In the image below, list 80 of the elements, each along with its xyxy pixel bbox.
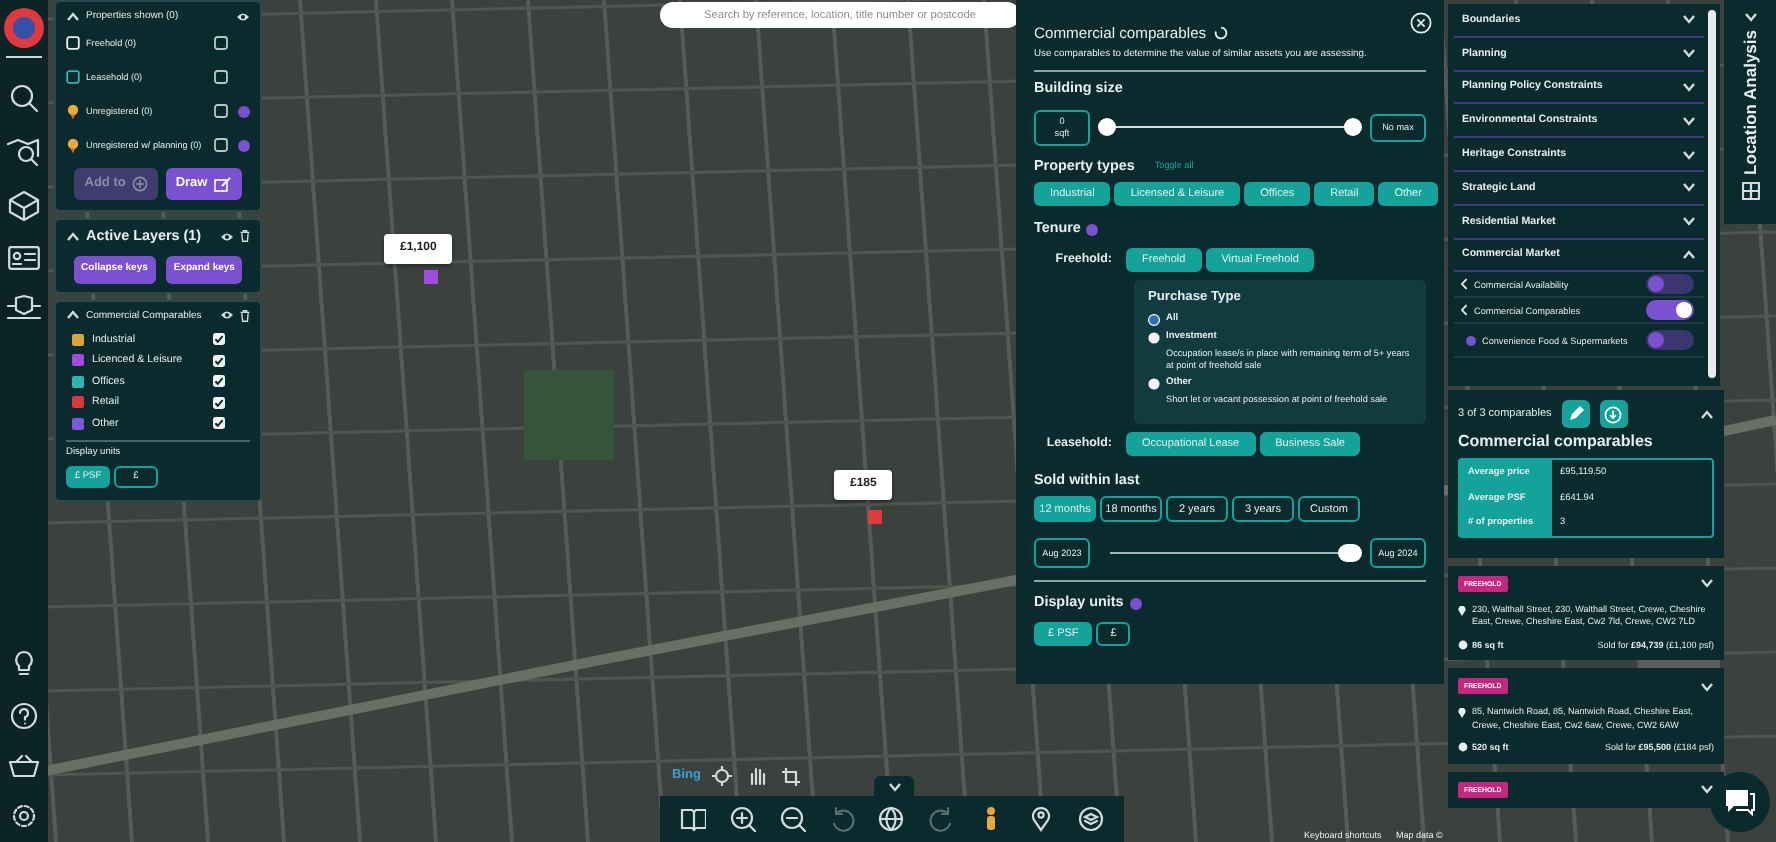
results-title: Commercial comparables bbox=[1458, 432, 1655, 452]
checkbox[interactable] bbox=[212, 353, 226, 368]
radio-button[interactable] bbox=[1148, 331, 1160, 344]
close-icon[interactable] bbox=[1410, 12, 1432, 34]
chevron-down-icon[interactable] bbox=[1743, 12, 1757, 22]
location-pin-icon[interactable] bbox=[1028, 806, 1055, 832]
eye-icon[interactable] bbox=[236, 11, 250, 21]
info-dot-icon bbox=[1086, 223, 1099, 236]
pencil-square-icon bbox=[213, 176, 232, 192]
basket-icon[interactable] bbox=[8, 754, 40, 778]
slider-thumb[interactable] bbox=[1338, 544, 1362, 563]
edit-button[interactable] bbox=[1561, 400, 1590, 428]
trash-icon[interactable] bbox=[240, 230, 250, 243]
collapse-icon[interactable] bbox=[66, 310, 80, 321]
layers-icon bbox=[131, 176, 148, 192]
checkbox[interactable] bbox=[214, 104, 228, 118]
info-dot-icon bbox=[238, 105, 250, 117]
chevron-down-icon[interactable] bbox=[1700, 681, 1714, 692]
map-grid-icon[interactable] bbox=[1741, 182, 1759, 201]
zoom-out-icon[interactable] bbox=[779, 806, 806, 832]
layers-icon[interactable] bbox=[1077, 806, 1104, 832]
eye-icon[interactable] bbox=[220, 231, 234, 242]
chevron-down-icon[interactable] bbox=[887, 782, 901, 792]
crop-icon[interactable] bbox=[782, 767, 800, 785]
toggle-switch[interactable] bbox=[1646, 330, 1694, 351]
chevron-up-icon[interactable] bbox=[1682, 249, 1696, 260]
chevron-down-icon[interactable] bbox=[1700, 578, 1714, 589]
chevron-down-icon[interactable] bbox=[1682, 216, 1696, 227]
toggle-switch[interactable] bbox=[1646, 274, 1694, 295]
chevron-down-icon[interactable] bbox=[1682, 149, 1696, 160]
loading-spinner-icon bbox=[1214, 26, 1229, 41]
trash-icon[interactable] bbox=[240, 309, 250, 322]
radio-button[interactable] bbox=[1148, 378, 1160, 391]
search-icon[interactable] bbox=[8, 82, 40, 114]
lightbulb-icon[interactable] bbox=[12, 650, 36, 678]
checkbox[interactable] bbox=[214, 36, 228, 50]
settings-icon[interactable] bbox=[10, 802, 38, 830]
lightbulb-pin-icon bbox=[66, 103, 80, 119]
chevron-up-icon[interactable] bbox=[1700, 409, 1714, 419]
help-icon[interactable] bbox=[10, 702, 38, 730]
collapse-icon[interactable] bbox=[66, 11, 80, 21]
location-pin-icon bbox=[1458, 708, 1466, 719]
cube-icon[interactable] bbox=[8, 190, 40, 222]
leasehold-key-icon bbox=[66, 70, 80, 84]
slider-thumb[interactable] bbox=[1344, 118, 1362, 137]
logo-icon[interactable] bbox=[4, 8, 44, 48]
id-card-icon[interactable] bbox=[8, 246, 40, 270]
pencil-icon bbox=[1567, 406, 1584, 422]
chevron-down-icon[interactable] bbox=[1700, 784, 1714, 795]
chevron-down-icon[interactable] bbox=[1682, 81, 1696, 92]
checkbox[interactable] bbox=[212, 395, 226, 410]
slider-thumb[interactable] bbox=[1098, 118, 1116, 137]
checkbox[interactable] bbox=[212, 416, 226, 431]
info-dot-icon bbox=[1129, 597, 1142, 610]
collapse-icon[interactable] bbox=[66, 231, 80, 242]
info-dot-icon bbox=[238, 139, 250, 151]
chevron-down-icon[interactable] bbox=[1682, 115, 1696, 126]
checkbox[interactable] bbox=[214, 70, 228, 84]
eye-icon[interactable] bbox=[220, 310, 234, 321]
chevron-down-icon[interactable] bbox=[1682, 14, 1696, 25]
map-search-icon[interactable] bbox=[6, 138, 42, 166]
checkbox[interactable] bbox=[212, 374, 226, 389]
freehold-key-icon bbox=[66, 36, 80, 50]
layer-dot-icon bbox=[1466, 335, 1476, 346]
size-range-slider[interactable] bbox=[1098, 118, 1362, 137]
download-icon bbox=[1604, 405, 1623, 423]
zoom-in-icon[interactable] bbox=[729, 806, 756, 832]
locate-icon[interactable] bbox=[712, 766, 732, 786]
chevron-down-icon[interactable] bbox=[1682, 48, 1696, 59]
download-button[interactable] bbox=[1599, 400, 1628, 428]
checkbox[interactable] bbox=[214, 138, 228, 152]
chat-icon[interactable] bbox=[1724, 788, 1756, 816]
toggle-switch[interactable] bbox=[1646, 300, 1694, 321]
scrollbar[interactable] bbox=[1708, 10, 1716, 378]
chevron-down-icon[interactable] bbox=[1682, 182, 1696, 193]
radio-button[interactable] bbox=[1148, 313, 1160, 326]
map-book-icon[interactable] bbox=[679, 806, 706, 832]
lightbulb-pin-icon bbox=[66, 137, 80, 153]
location-pin-icon bbox=[1458, 605, 1466, 616]
checkbox[interactable] bbox=[212, 332, 226, 347]
